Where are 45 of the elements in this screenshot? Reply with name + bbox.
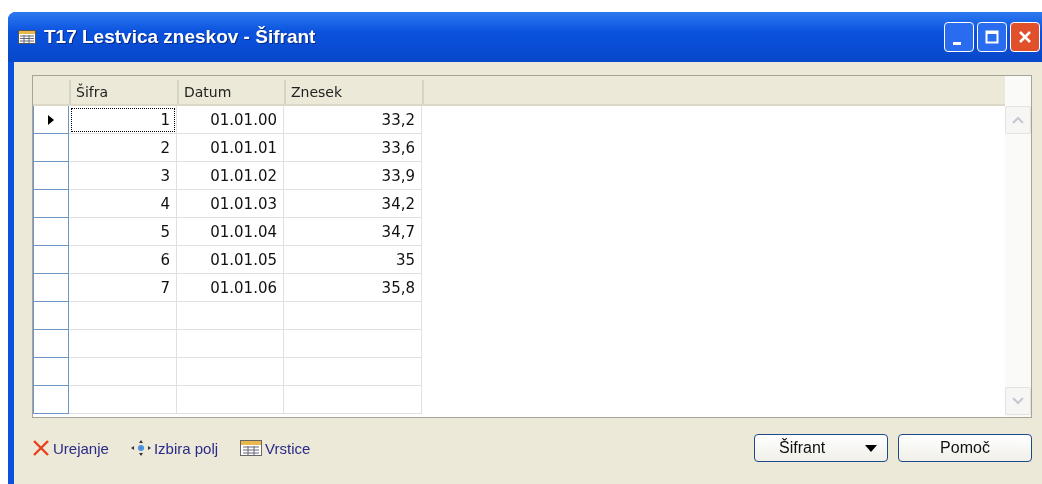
maximize-icon: [985, 30, 999, 44]
table-cell: 3: [69, 162, 177, 190]
table-cell: 6: [69, 246, 177, 274]
column-header[interactable]: Znesek: [291, 84, 343, 100]
table-cell: 01.01.02: [177, 162, 284, 190]
table-cell: 35: [284, 246, 422, 274]
minimize-button[interactable]: [944, 22, 974, 52]
table-cell: 4: [69, 190, 177, 218]
column-header[interactable]: Šifra: [76, 84, 109, 100]
maximize-button[interactable]: [977, 22, 1007, 52]
table-icon: [240, 440, 263, 456]
close-icon: [32, 439, 50, 457]
table-cell: 01.01.03: [177, 190, 284, 218]
toolbar-button[interactable]: Vrstice: [240, 439, 311, 457]
window-title: T17 Lestvica zneskov - Šifrant: [44, 26, 316, 48]
toolbar-label: Izbira polj: [153, 439, 219, 457]
row-selector[interactable]: [33, 106, 69, 134]
table-cell: 2: [69, 134, 177, 162]
table-cell: 34,2: [284, 190, 422, 218]
close-button[interactable]: [1010, 22, 1040, 52]
table-cell: 7: [69, 274, 177, 302]
table-cell: 34,7: [284, 218, 422, 246]
table-cell: 01.01.01: [177, 134, 284, 162]
table-cell: 33,2: [284, 106, 422, 134]
toolbar-label: Urejanje: [53, 439, 109, 457]
table-cell: 01.01.05: [177, 246, 284, 274]
table-cell: 1: [69, 106, 177, 134]
help-button[interactable]: Pomoč: [898, 434, 1032, 462]
close-icon: [1018, 30, 1032, 44]
table-cell: 35,8: [284, 274, 422, 302]
toolbar-button[interactable]: Urejanje: [32, 439, 109, 457]
table-cell: 01.01.04: [177, 218, 284, 246]
dropdown-button[interactable]: Šifrant: [754, 434, 888, 462]
table-cell: 01.01.06: [177, 274, 284, 302]
table-cell: 5: [69, 218, 177, 246]
table-icon: [18, 30, 36, 44]
table-cell: 33,9: [284, 162, 422, 190]
column-header[interactable]: Datum: [184, 84, 232, 100]
table-cell: 33,6: [284, 134, 422, 162]
table-cell: 01.01.00: [177, 106, 284, 134]
move-arrows-icon: [130, 440, 151, 456]
row-pointer-icon: [48, 114, 54, 125]
toolbar-label: Vrstice: [265, 439, 311, 457]
minimize-icon: [953, 41, 961, 45]
toolbar-button[interactable]: Izbira polj: [130, 439, 219, 457]
